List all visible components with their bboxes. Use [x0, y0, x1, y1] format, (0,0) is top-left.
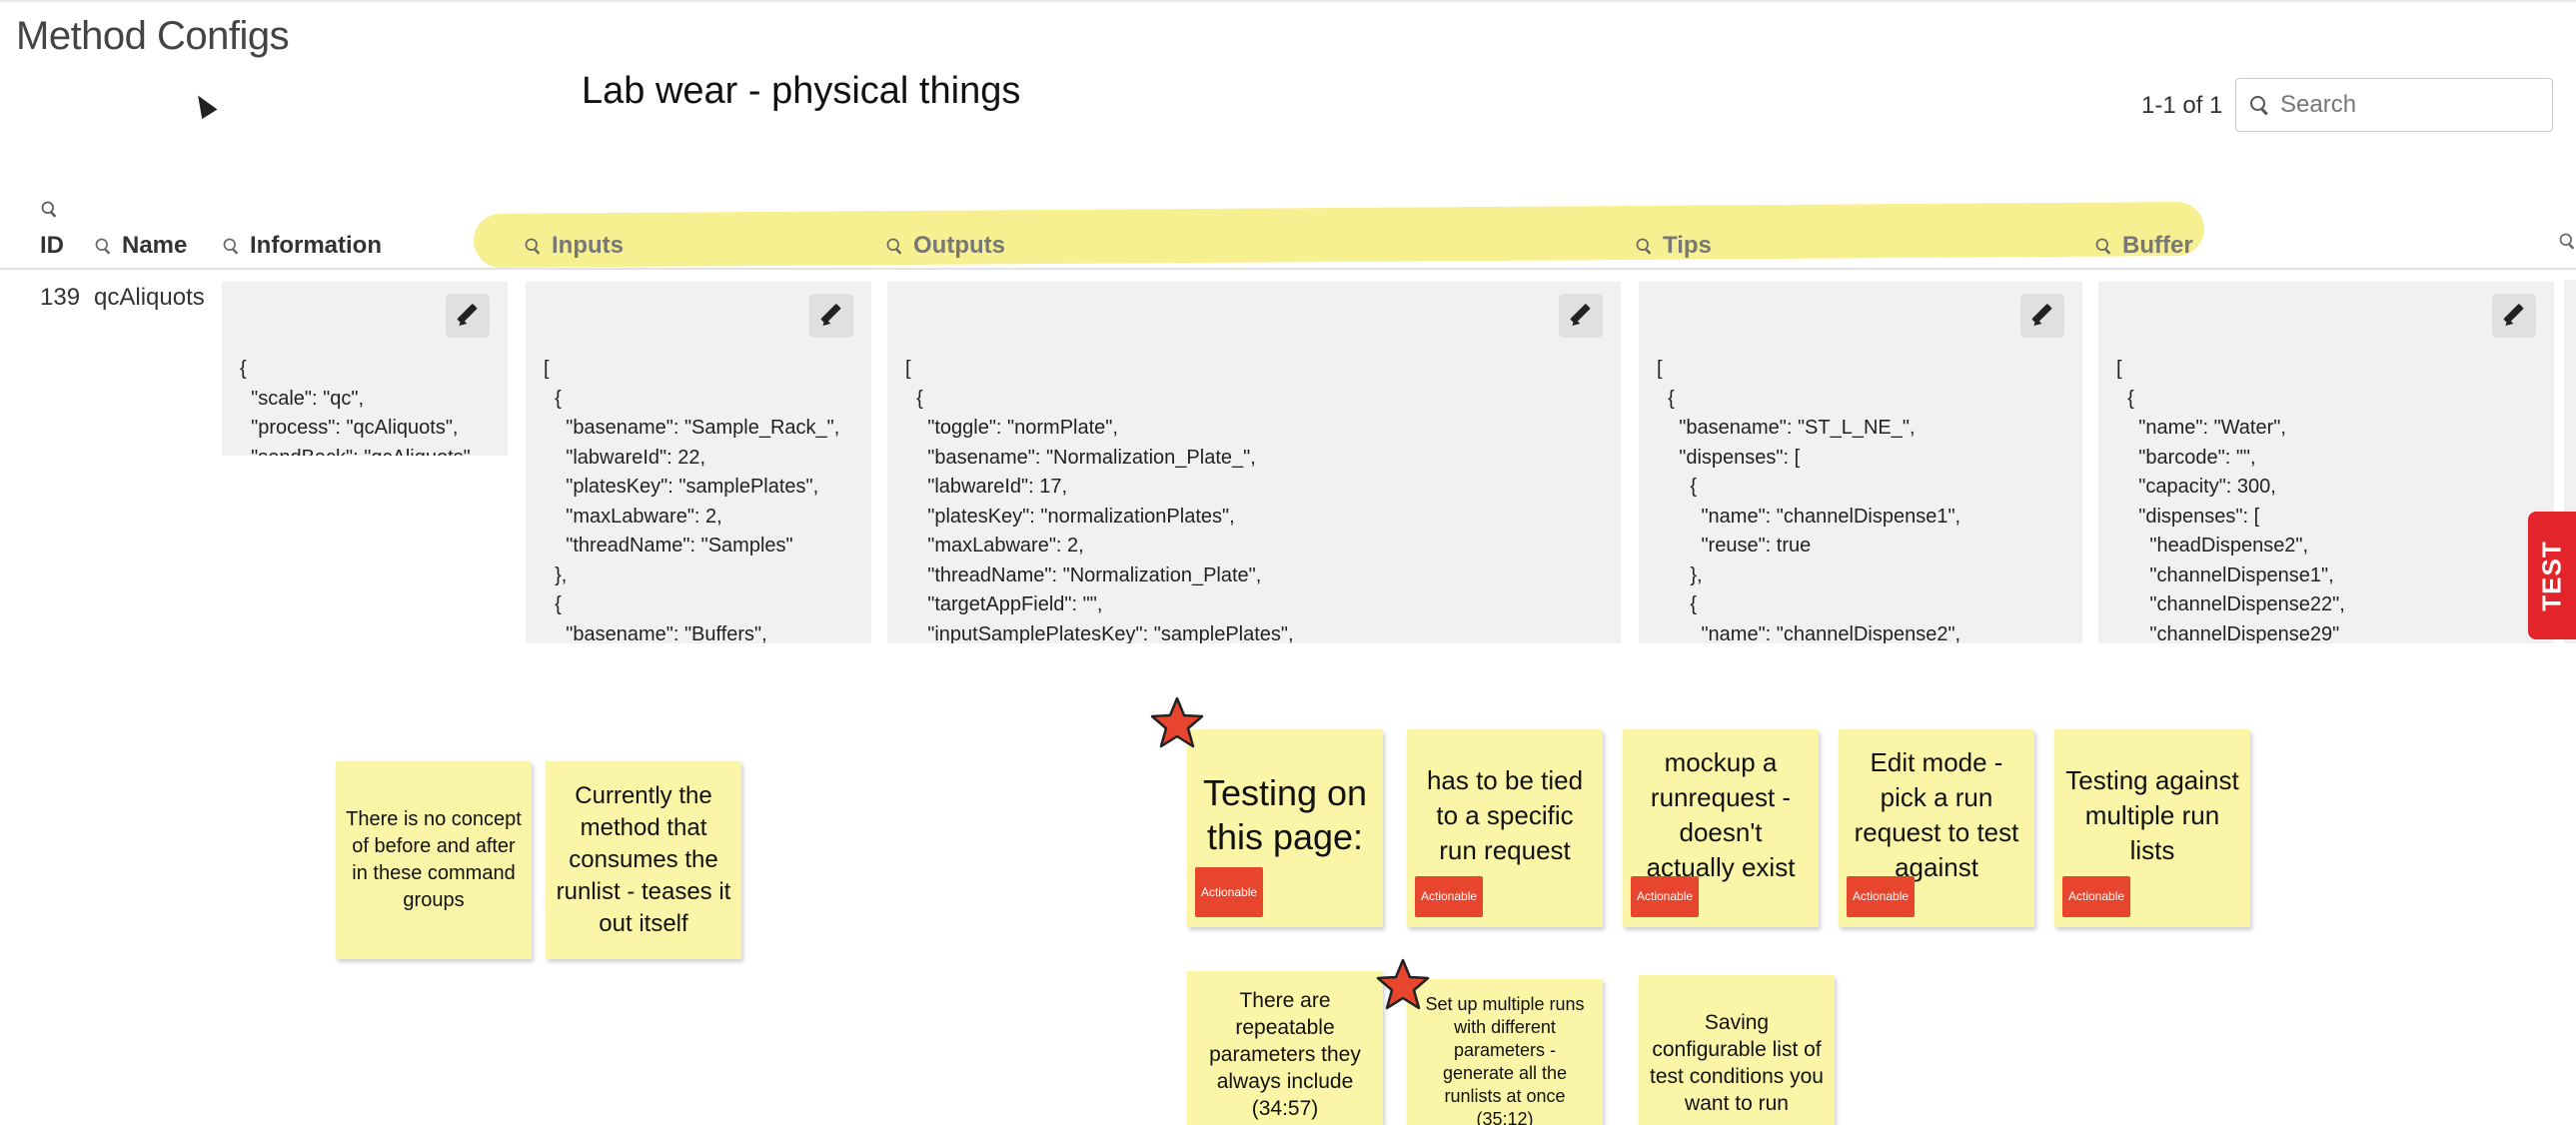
sticky-note-text: Currently the method that consumes the r… — [556, 782, 731, 937]
sticky-note-text: mockup a runrequest - doesn't actually e… — [1646, 747, 1796, 882]
column-header-name-label: Name — [122, 232, 188, 259]
overflow-search-icon — [2559, 233, 2575, 249]
top-border — [0, 0, 2576, 2]
search-box[interactable] — [2235, 78, 2553, 132]
actionable-badge: Actionable — [1631, 876, 1700, 917]
column-header-overflow — [2558, 232, 2576, 250]
information-json: { "scale": "qc", "process": "qcAliquots"… — [240, 358, 471, 456]
column-header-inputs-label: Inputs — [552, 232, 624, 259]
sticky-note[interactable]: Set up multiple runs with different para… — [1407, 979, 1603, 1125]
edit-inputs-button[interactable] — [809, 294, 853, 338]
column-header-information[interactable]: Information — [222, 232, 382, 260]
sticky-note-text: Saving configurable list of test conditi… — [1650, 1011, 1824, 1115]
column-header-inputs[interactable]: Inputs — [524, 232, 624, 260]
header-divider — [0, 268, 2576, 270]
column-header-buffer[interactable]: Buffer — [2094, 232, 2193, 260]
sticky-note[interactable]: has to be tied to a specific run request… — [1407, 729, 1603, 927]
sticky-note-text: Testing on this page: — [1202, 772, 1368, 857]
column-header-buffer-label: Buffer — [2122, 232, 2193, 259]
edit-buffer-button[interactable] — [2492, 294, 2536, 338]
sticky-note[interactable]: There are repeatable parameters they alw… — [1187, 971, 1383, 1125]
sticky-note-text: has to be tied to a specific run request — [1426, 764, 1584, 865]
pagination-info: 1-1 of 1 — [2141, 92, 2223, 119]
buffer-search-icon — [2095, 238, 2111, 254]
column-header-id-label: ID — [40, 232, 64, 259]
actionable-badge: Actionable — [1847, 876, 1916, 917]
test-tab-label: TEST — [2536, 540, 2567, 611]
pencil-icon — [457, 305, 479, 327]
sticky-note-text: Testing against multiple run lists — [2065, 764, 2239, 865]
table-header: ID Name Information Inputs Outputs Tips … — [0, 192, 2576, 272]
inputs-json: [ { "basename": "Sample_Rack_", "labware… — [544, 358, 840, 643]
cell-outputs: [ { "toggle": "normPlate", "basename": "… — [887, 282, 1621, 643]
column-header-id[interactable]: ID — [40, 232, 64, 260]
actionable-badge: Actionable — [2062, 876, 2131, 917]
sticky-note-text: There are repeatable parameters they alw… — [1209, 989, 1361, 1120]
sticky-note-text: There is no concept of before and after … — [346, 808, 522, 911]
buffer-json: [ { "name": "Water", "barcode": "", "cap… — [2116, 358, 2345, 643]
sticky-note-text: Edit mode - pick a run request to test a… — [1854, 747, 2019, 882]
pencil-icon — [2031, 305, 2053, 327]
pencil-icon — [2503, 305, 2525, 327]
tips-json: [ { "basename": "ST_L_NE_", "dispenses":… — [1657, 358, 1961, 643]
column-header-tips[interactable]: Tips — [1635, 232, 1712, 260]
outputs-json: [ { "toggle": "normPlate", "basename": "… — [905, 358, 1294, 643]
column-header-tips-label: Tips — [1663, 232, 1712, 259]
test-tab[interactable]: TEST — [2528, 512, 2576, 639]
cell-tips: [ { "basename": "ST_L_NE_", "dispenses":… — [1639, 282, 2082, 643]
actionable-badge: Actionable — [1195, 867, 1264, 917]
sticky-note[interactable]: There is no concept of before and after … — [336, 761, 532, 959]
cursor-icon — [190, 90, 218, 120]
inputs-search-icon — [525, 238, 541, 254]
annotation-title: Lab wear - physical things — [582, 70, 1021, 112]
actionable-badge: Actionable — [1415, 876, 1484, 917]
sticky-note[interactable]: Testing against multiple run lists Actio… — [2054, 729, 2250, 927]
pencil-icon — [820, 305, 842, 327]
sticky-note[interactable]: Currently the method that consumes the r… — [546, 761, 741, 959]
information-search-icon — [223, 238, 239, 254]
outputs-search-icon — [886, 238, 902, 254]
column-header-outputs[interactable]: Outputs — [885, 232, 1005, 260]
cell-inputs: [ { "basename": "Sample_Rack_", "labware… — [526, 282, 871, 643]
cell-id: 139 — [40, 284, 81, 311]
column-header-information-label: Information — [250, 232, 382, 259]
sticky-note-text: Set up multiple runs with different para… — [1425, 994, 1585, 1125]
sticky-note[interactable]: Testing on this page: Actionable — [1187, 729, 1383, 927]
cell-name: qcAliquots — [94, 284, 205, 311]
edit-tips-button[interactable] — [2020, 294, 2064, 338]
edit-outputs-button[interactable] — [1559, 294, 1603, 338]
cell-buffer: [ { "name": "Water", "barcode": "", "cap… — [2098, 282, 2554, 643]
id-filter-search-icon[interactable] — [41, 201, 57, 217]
page-title: Method Configs — [16, 14, 290, 58]
sticky-note[interactable]: Edit mode - pick a run request to test a… — [1839, 729, 2034, 927]
sticky-note[interactable]: Saving configurable list of test conditi… — [1639, 975, 1835, 1125]
column-header-outputs-label: Outputs — [913, 232, 1005, 259]
tips-search-icon — [1636, 238, 1652, 254]
edit-information-button[interactable] — [446, 294, 490, 338]
star-icon — [1376, 958, 1430, 1010]
column-header-name[interactable]: Name — [94, 232, 187, 260]
pencil-icon — [1570, 305, 1592, 327]
name-search-icon — [95, 238, 111, 254]
star-icon — [1150, 696, 1204, 748]
sticky-note[interactable]: mockup a runrequest - doesn't actually e… — [1623, 729, 1819, 927]
search-icon — [2250, 96, 2268, 114]
search-input[interactable] — [2278, 90, 2532, 120]
cell-information: { "scale": "qc", "process": "qcAliquots"… — [222, 282, 508, 456]
